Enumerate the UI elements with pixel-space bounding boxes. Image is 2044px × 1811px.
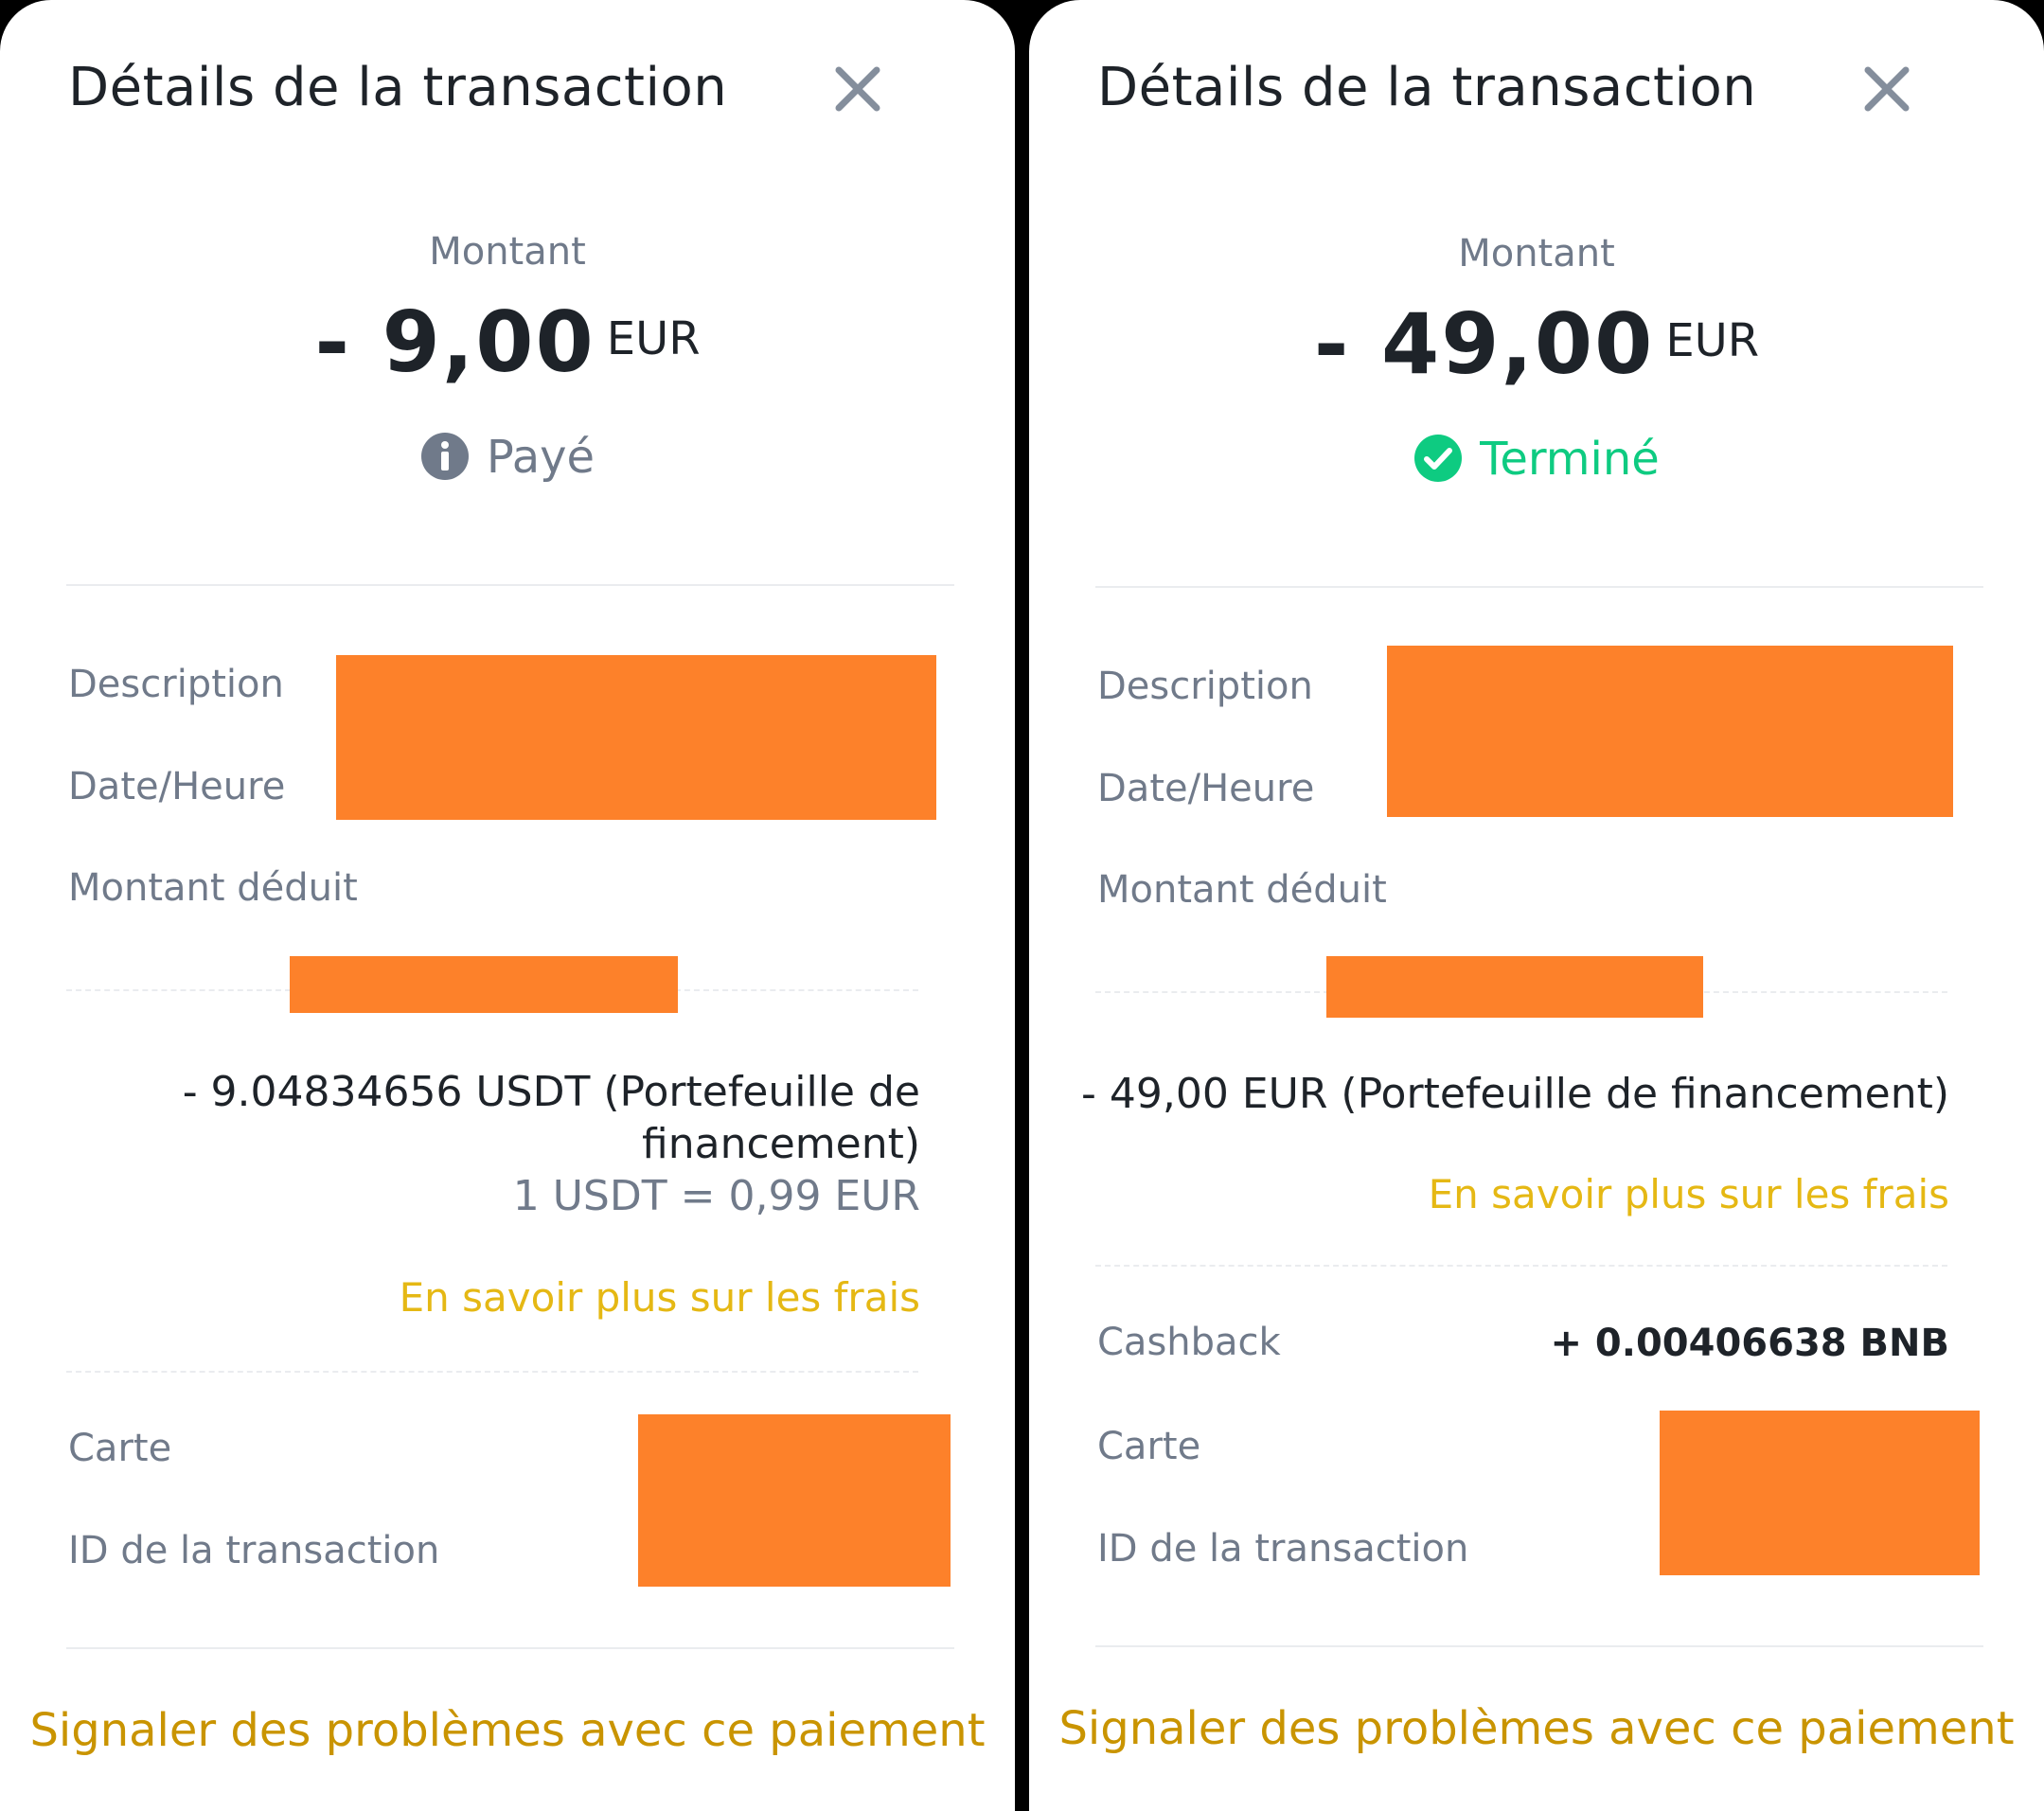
status-badge: Payé (0, 431, 1015, 485)
status-text: Terminé (1480, 433, 1660, 486)
redacted-block (1387, 646, 1953, 817)
redacted-block (290, 956, 678, 1013)
panel-title: Détails de la transaction (68, 57, 728, 118)
check-circle-icon (1414, 435, 1463, 482)
status-badge: Terminé (1029, 433, 2044, 487)
deducted-amount-line1: - 49,00 EUR (Portefeuille de financement… (1081, 1070, 1949, 1118)
transaction-details-panel-left: Détails de la transaction Montant - 9,00… (0, 0, 1015, 1811)
close-button[interactable] (1855, 57, 1919, 121)
deducted-amount-label: Montant déduit (68, 866, 358, 910)
redacted-block (638, 1414, 951, 1587)
close-button[interactable] (826, 57, 890, 121)
divider (66, 1647, 954, 1649)
description-label: Description (68, 663, 284, 706)
redacted-block (1326, 956, 1703, 1018)
deducted-amount-label: Montant déduit (1097, 868, 1387, 912)
close-icon (1864, 66, 1910, 112)
close-icon (835, 66, 880, 112)
dashed-divider (66, 1371, 918, 1373)
divider (1095, 1645, 1983, 1647)
amount: - 49,00 EUR (1029, 295, 2044, 393)
card-label: Carte (1097, 1425, 1201, 1468)
amount-currency: EUR (1665, 314, 1760, 367)
deducted-amount-line2: financement) (642, 1120, 920, 1168)
status-text: Payé (486, 431, 595, 484)
datetime-label: Date/Heure (68, 765, 286, 808)
amount-value: - 9,00 (314, 293, 595, 391)
cashback-label: Cashback (1097, 1321, 1281, 1364)
report-problem-link[interactable]: Signaler des problèmes avec ce paiement (1029, 1702, 2044, 1755)
deducted-amount-line1: - 9.04834656 USDT (Portefeuille de (182, 1068, 920, 1116)
amount-label: Montant (429, 230, 586, 274)
redacted-block (336, 655, 936, 820)
divider (1095, 586, 1983, 588)
card-label: Carte (68, 1427, 172, 1470)
panel-title: Détails de la transaction (1097, 57, 1757, 118)
exchange-rate: 1 USDT = 0,99 EUR (512, 1172, 920, 1220)
info-icon (420, 433, 469, 480)
amount-label: Montant (1458, 232, 1615, 275)
cashback-value: + 0.00406638 BNB (1550, 1322, 1949, 1365)
transaction-id-label: ID de la transaction (1097, 1527, 1469, 1571)
description-label: Description (1097, 665, 1313, 708)
transaction-details-panel-right: Détails de la transaction Montant - 49,0… (1029, 0, 2044, 1811)
redacted-block (1660, 1411, 1980, 1575)
divider (66, 584, 954, 586)
report-problem-link[interactable]: Signaler des problèmes avec ce paiement (0, 1704, 1015, 1757)
fees-info-link[interactable]: En savoir plus sur les frais (400, 1274, 920, 1321)
datetime-label: Date/Heure (1097, 767, 1315, 810)
fees-info-link[interactable]: En savoir plus sur les frais (1429, 1171, 1949, 1217)
transaction-id-label: ID de la transaction (68, 1529, 440, 1572)
dashed-divider (1095, 1265, 1947, 1267)
amount-value: - 49,00 (1313, 295, 1655, 393)
amount: - 9,00 EUR (0, 293, 1015, 391)
amount-currency: EUR (606, 312, 701, 365)
